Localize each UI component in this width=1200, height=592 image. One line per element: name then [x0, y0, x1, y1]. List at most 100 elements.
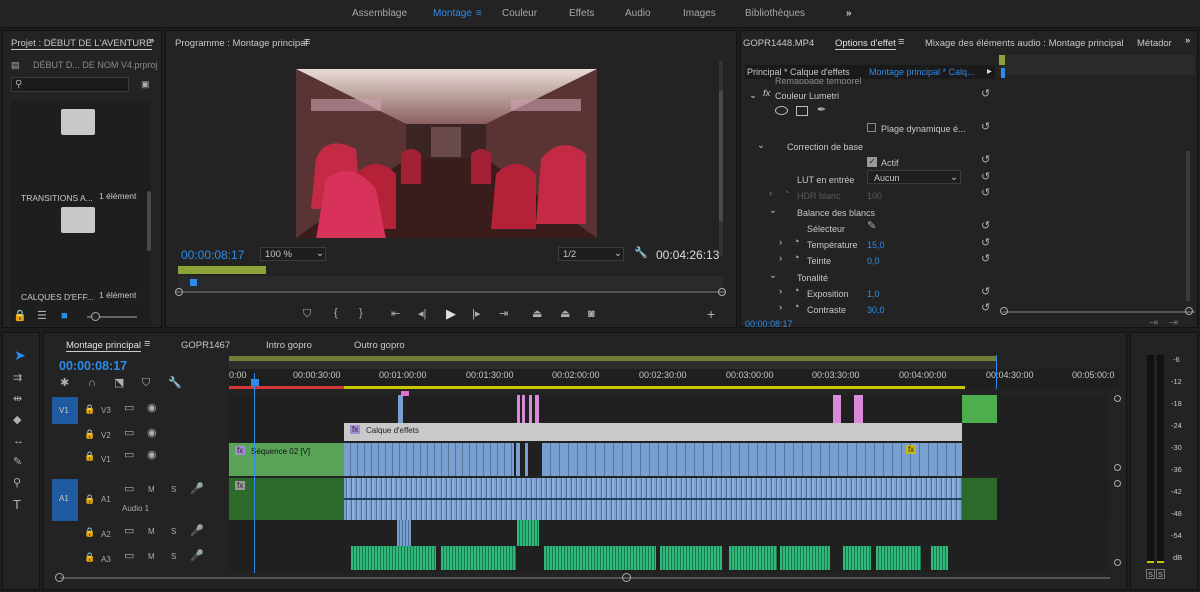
pen-tool-icon[interactable]: ✎ [13, 457, 22, 468]
ws-more-icon[interactable]: » [846, 8, 852, 19]
zoom-tool-icon[interactable]: ⚲ [13, 478, 21, 489]
video-clip-group[interactable] [344, 443, 514, 476]
lock-icon[interactable]: 🔒 [13, 311, 27, 322]
solo-button[interactable]: S [171, 485, 176, 494]
sync-icon[interactable]: ▭ [124, 526, 134, 537]
export-icon[interactable]: ⇥ [1149, 318, 1158, 329]
nest-icon[interactable]: ✱ [60, 378, 69, 389]
ec-playhead[interactable] [1001, 68, 1005, 78]
program-timecode[interactable]: 00:00:08:17 [181, 248, 244, 262]
folder-icon[interactable] [61, 109, 95, 135]
clip[interactable] [535, 395, 539, 423]
track-height-handle[interactable] [1114, 464, 1121, 471]
lock-icon[interactable]: 🔒 [84, 404, 95, 415]
scroll-handle-right[interactable] [718, 288, 726, 296]
clip[interactable] [517, 395, 520, 423]
clip[interactable] [398, 395, 403, 423]
zoom-slider-handle[interactable] [91, 312, 100, 321]
metadata-tab[interactable]: Métador [1137, 38, 1172, 49]
scrollbar[interactable] [147, 191, 151, 251]
effect-controls-tab[interactable]: Options d'effet [835, 38, 896, 50]
expand-icon[interactable]: › [769, 188, 772, 199]
step-forward-icon[interactable]: |▸ [472, 309, 480, 320]
program-scrubber[interactable] [178, 276, 723, 290]
marker-icon[interactable]: ⛉ [303, 309, 311, 320]
sequence-clip-tab[interactable]: Montage principal * Calq... [869, 67, 975, 77]
collapse-icon[interactable]: ⌄ [769, 205, 777, 216]
panel-more-icon[interactable]: » [1185, 35, 1190, 46]
lut-select[interactable]: Aucun ⌄ [867, 170, 961, 184]
ws-audio[interactable]: Audio [625, 8, 651, 19]
ec-scroll-handle[interactable] [1185, 307, 1193, 315]
resolution-select[interactable]: 1/2 ⌄ [558, 247, 624, 261]
search-input[interactable]: ⚲ [11, 77, 129, 92]
ec-scroll-handle[interactable] [1000, 307, 1008, 315]
mark-out-icon[interactable]: } [359, 308, 363, 319]
temperature-value[interactable]: 15,0 [867, 240, 885, 250]
sync-icon[interactable]: ▭ [124, 450, 134, 461]
list-view-icon[interactable]: ☰ [37, 311, 47, 322]
expand-icon[interactable]: › [779, 253, 782, 264]
audio-clip[interactable] [931, 546, 948, 570]
video-clip-group[interactable] [542, 443, 962, 476]
play-icon[interactable]: ▶ [446, 307, 456, 320]
ws-bibliotheques[interactable]: Bibliothèques [745, 8, 805, 19]
timeline-tab-active[interactable]: Montage principal [66, 340, 141, 352]
lock-icon[interactable]: 🔒 [84, 527, 95, 538]
reset-icon[interactable]: ↺ [981, 89, 990, 100]
program-title[interactable]: Programme : Montage principal [175, 38, 308, 49]
audio-clip[interactable] [660, 546, 722, 570]
mark-in-icon[interactable]: { [334, 308, 338, 319]
ws-effets[interactable]: Effets [569, 8, 594, 19]
panel-menu-icon[interactable]: ≡ [898, 36, 904, 48]
solo-button[interactable]: S [171, 527, 176, 536]
ws-montage[interactable]: Montage [433, 8, 472, 19]
eye-icon[interactable]: ◉ [147, 450, 157, 461]
step-back-icon[interactable]: ◂| [418, 309, 426, 320]
reset-icon[interactable]: ↺ [981, 122, 990, 133]
settings-wrench-icon[interactable]: 🔧 [168, 378, 182, 389]
ws-images[interactable]: Images [683, 8, 716, 19]
scroll-track[interactable] [176, 291, 725, 293]
track-select-tool-icon[interactable]: ⇉ [13, 373, 22, 384]
pen-mask-icon[interactable]: ✒ [817, 105, 826, 116]
ws-menu-icon[interactable]: ≡ [476, 8, 482, 19]
playhead-line[interactable] [254, 373, 255, 573]
reset-icon[interactable]: ↺ [981, 238, 990, 249]
exposure-value[interactable]: 1,0 [867, 289, 880, 299]
wrench-icon[interactable]: 🔧 [634, 248, 648, 259]
reset-icon[interactable]: ↺ [981, 287, 990, 298]
add-marker-icon[interactable]: ⛉ [142, 378, 150, 389]
adjustment-layer-clip[interactable]: fx Calque d'effets [344, 423, 962, 441]
clip[interactable] [833, 395, 841, 423]
zoom-select[interactable]: 100 % ⌄ [260, 247, 326, 261]
nested-sequence-clip[interactable]: fx Séquence 02 [V] [229, 443, 344, 476]
mic-icon[interactable]: 🎤 [190, 526, 204, 537]
add-button-icon[interactable]: + [707, 307, 715, 321]
collapse-icon[interactable]: ⌄ [749, 90, 757, 101]
lock-icon[interactable]: 🔒 [84, 552, 95, 563]
audio-clip[interactable] [441, 546, 516, 570]
work-area-bar[interactable] [229, 356, 997, 370]
stopwatch-icon[interactable]: ◔ [793, 237, 800, 248]
play-icon[interactable]: ▸ [987, 66, 992, 77]
sync-icon[interactable]: ▭ [124, 428, 134, 439]
lock-icon[interactable]: 🔒 [84, 429, 95, 440]
rectangle-mask-icon[interactable] [796, 106, 808, 116]
panel-more-icon[interactable]: » [149, 35, 154, 46]
bin-name[interactable]: TRANSITIONS A... [21, 193, 93, 203]
lift-icon[interactable]: ⏏ [532, 309, 542, 320]
clip[interactable] [962, 478, 997, 520]
eye-icon[interactable]: ◉ [147, 403, 157, 414]
mic-icon[interactable]: 🎤 [190, 484, 204, 495]
clip[interactable] [854, 395, 863, 423]
panel-menu-icon[interactable]: ≡ [144, 338, 150, 350]
new-bin-icon[interactable]: ▣ [141, 79, 150, 90]
bin-name[interactable]: CALQUES D'EFF... [21, 292, 94, 302]
linked-selection-icon[interactable]: ⬔ [114, 378, 124, 389]
fx-icon[interactable]: fx [763, 88, 770, 99]
mic-icon[interactable]: 🎤 [190, 551, 204, 562]
lock-icon[interactable]: 🔒 [84, 494, 95, 505]
track-height-handle[interactable] [1114, 559, 1121, 566]
eye-icon[interactable]: ◉ [147, 428, 157, 439]
